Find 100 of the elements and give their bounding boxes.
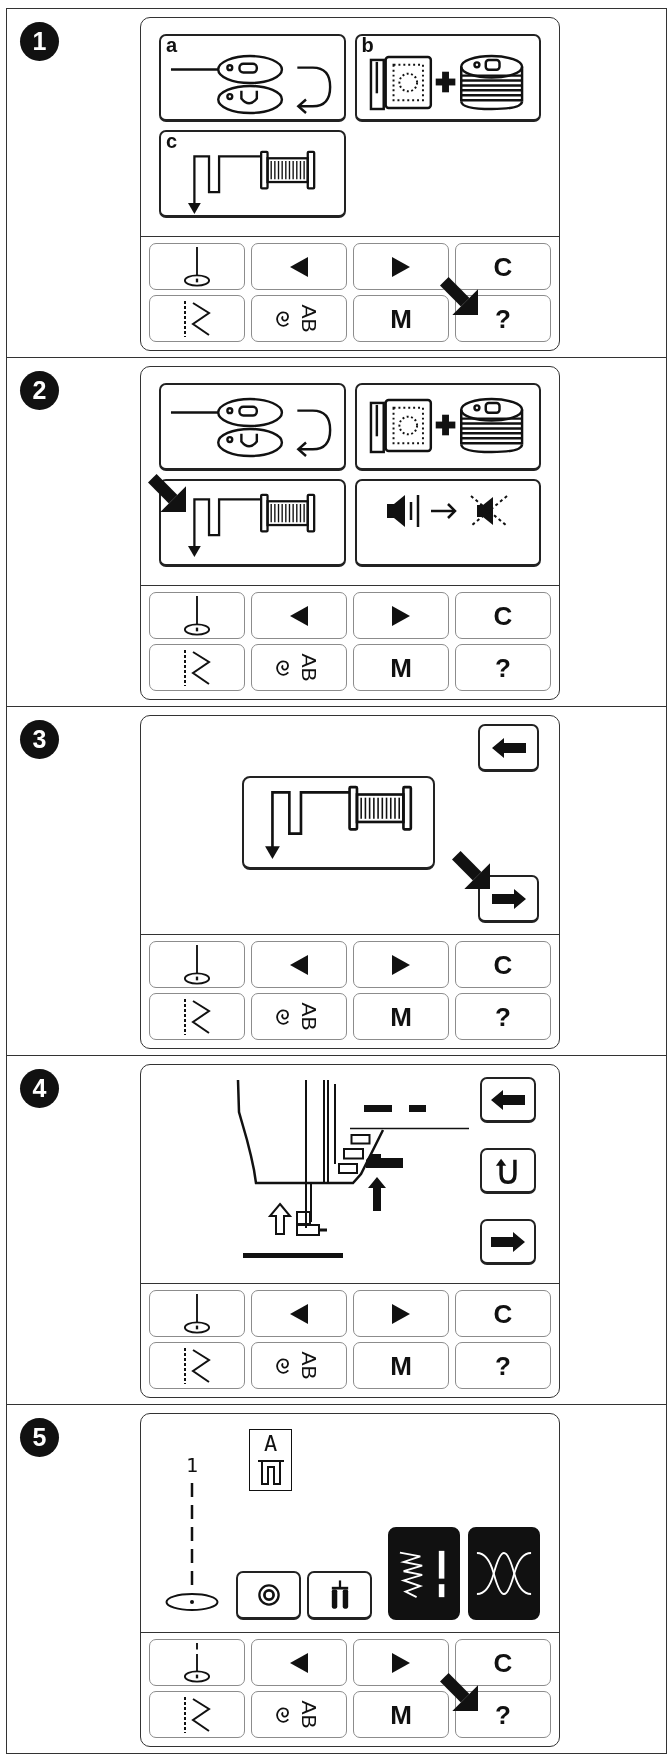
left-triangle-icon bbox=[290, 1303, 308, 1324]
keypad-button[interactable] bbox=[149, 592, 245, 639]
back-button[interactable] bbox=[480, 1077, 536, 1123]
right-arrow-icon bbox=[491, 1231, 525, 1252]
keypad-button[interactable]: AB bbox=[251, 644, 347, 691]
thread-spool-icon bbox=[264, 785, 413, 860]
keypad-button[interactable]: C bbox=[455, 1639, 551, 1686]
keypad-button[interactable] bbox=[251, 243, 347, 290]
foot-letter: A bbox=[263, 1433, 278, 1455]
needle-icon bbox=[183, 246, 211, 287]
back-button[interactable] bbox=[478, 724, 539, 772]
keypad-button[interactable]: ? bbox=[455, 1342, 551, 1389]
position-number: 1 bbox=[185, 1455, 198, 1475]
keypad-button[interactable] bbox=[353, 941, 449, 988]
keypad-button[interactable] bbox=[149, 644, 245, 691]
zigzag-stitch-icon bbox=[183, 1696, 211, 1733]
keypad-button[interactable]: AB bbox=[251, 1691, 347, 1738]
left-triangle-icon bbox=[290, 605, 308, 626]
option-button[interactable] bbox=[307, 1571, 372, 1620]
swirl-icon bbox=[275, 1006, 291, 1027]
swirl-icon bbox=[275, 1704, 291, 1725]
keypad-button[interactable]: ? bbox=[455, 295, 551, 342]
stitch-tile[interactable] bbox=[388, 1527, 460, 1620]
left-triangle-icon bbox=[290, 256, 308, 277]
step-number-badge: 2 bbox=[20, 371, 59, 410]
keypad-button[interactable] bbox=[149, 941, 245, 988]
forward-button[interactable] bbox=[480, 1219, 536, 1265]
keypad-button[interactable] bbox=[353, 1290, 449, 1337]
keypad-button[interactable] bbox=[149, 243, 245, 290]
step-number-badge: 3 bbox=[20, 720, 59, 759]
left-arrow-icon bbox=[491, 737, 526, 758]
menu-tile[interactable] bbox=[159, 383, 346, 471]
right-triangle-icon bbox=[392, 605, 410, 626]
menu-tile[interactable]: c bbox=[159, 130, 346, 218]
menu-tile[interactable] bbox=[159, 479, 346, 567]
keypad-button[interactable]: M bbox=[353, 295, 449, 342]
zigzag-stitch-icon bbox=[183, 649, 211, 686]
keypad-button[interactable] bbox=[149, 993, 245, 1040]
menu-tile[interactable] bbox=[354, 383, 541, 471]
swirl-icon bbox=[275, 308, 291, 329]
zigzag-stitch-icon bbox=[183, 1347, 211, 1384]
keypad-button[interactable]: ? bbox=[455, 993, 551, 1040]
keypad-button[interactable]: M bbox=[353, 993, 449, 1040]
left-triangle-icon bbox=[290, 954, 308, 975]
keypad-button[interactable] bbox=[353, 592, 449, 639]
keypad-button[interactable]: AB bbox=[251, 1342, 347, 1389]
thread-spool-icon bbox=[188, 150, 317, 215]
target-icon bbox=[257, 1584, 280, 1606]
right-arrow-icon bbox=[491, 888, 526, 909]
option-button[interactable] bbox=[236, 1571, 301, 1620]
keypad-button[interactable] bbox=[251, 592, 347, 639]
keypad-button[interactable] bbox=[149, 1290, 245, 1337]
twin-needle-icon bbox=[329, 1580, 350, 1610]
cross-wave-icon bbox=[476, 1550, 532, 1597]
keypad-button[interactable]: M bbox=[353, 1342, 449, 1389]
pointer-arrow-icon bbox=[148, 474, 186, 512]
needle-icon bbox=[183, 1642, 211, 1683]
right-triangle-icon bbox=[392, 954, 410, 975]
keypad-button[interactable] bbox=[251, 1290, 347, 1337]
keypad-button[interactable] bbox=[149, 1342, 245, 1389]
keypad-button[interactable]: C bbox=[455, 941, 551, 988]
zigzag-stitch-icon bbox=[183, 998, 211, 1035]
keypad-button[interactable]: C bbox=[455, 592, 551, 639]
needle-icon bbox=[183, 595, 211, 636]
pointer-arrow-icon bbox=[440, 1673, 478, 1711]
keypad-button[interactable]: M bbox=[353, 644, 449, 691]
menu-tile[interactable]: b bbox=[354, 34, 541, 122]
keypad-button[interactable]: M bbox=[353, 1691, 449, 1738]
step-number-badge: 1 bbox=[20, 22, 59, 61]
keypad-button[interactable] bbox=[353, 1639, 449, 1686]
keypad-button[interactable] bbox=[353, 243, 449, 290]
stitch-tile[interactable] bbox=[468, 1527, 540, 1620]
keypad-button[interactable]: AB bbox=[251, 295, 347, 342]
left-triangle-icon bbox=[290, 1652, 308, 1673]
keypad-button[interactable]: ? bbox=[455, 644, 551, 691]
keypad-button[interactable] bbox=[251, 941, 347, 988]
keypad-button[interactable] bbox=[149, 1639, 245, 1686]
keypad-button[interactable]: AB bbox=[251, 993, 347, 1040]
needle-icon bbox=[183, 1293, 211, 1334]
keypad-button[interactable] bbox=[149, 295, 245, 342]
forward-button[interactable] bbox=[478, 875, 539, 923]
left-arrow-icon bbox=[491, 1089, 525, 1110]
presser-foot-icon bbox=[255, 1458, 286, 1486]
menu-tile[interactable]: a bbox=[159, 34, 346, 122]
menu-tile[interactable] bbox=[354, 479, 541, 567]
right-triangle-icon bbox=[392, 1652, 410, 1673]
step-number-badge: 5 bbox=[20, 1418, 59, 1457]
keypad-button[interactable]: ? bbox=[455, 1691, 551, 1738]
rotate-button[interactable] bbox=[480, 1148, 536, 1194]
menu-tile[interactable] bbox=[242, 776, 435, 870]
keypad-button[interactable]: C bbox=[455, 243, 551, 290]
right-triangle-icon bbox=[392, 1303, 410, 1324]
step-number-badge: 4 bbox=[20, 1069, 59, 1108]
keypad-button[interactable] bbox=[149, 1691, 245, 1738]
right-triangle-icon bbox=[392, 256, 410, 277]
pointer-arrow-icon bbox=[452, 851, 490, 889]
thread-spool-icon bbox=[188, 493, 317, 558]
needle-icon bbox=[183, 944, 211, 985]
keypad-button[interactable]: C bbox=[455, 1290, 551, 1337]
keypad-button[interactable] bbox=[251, 1639, 347, 1686]
